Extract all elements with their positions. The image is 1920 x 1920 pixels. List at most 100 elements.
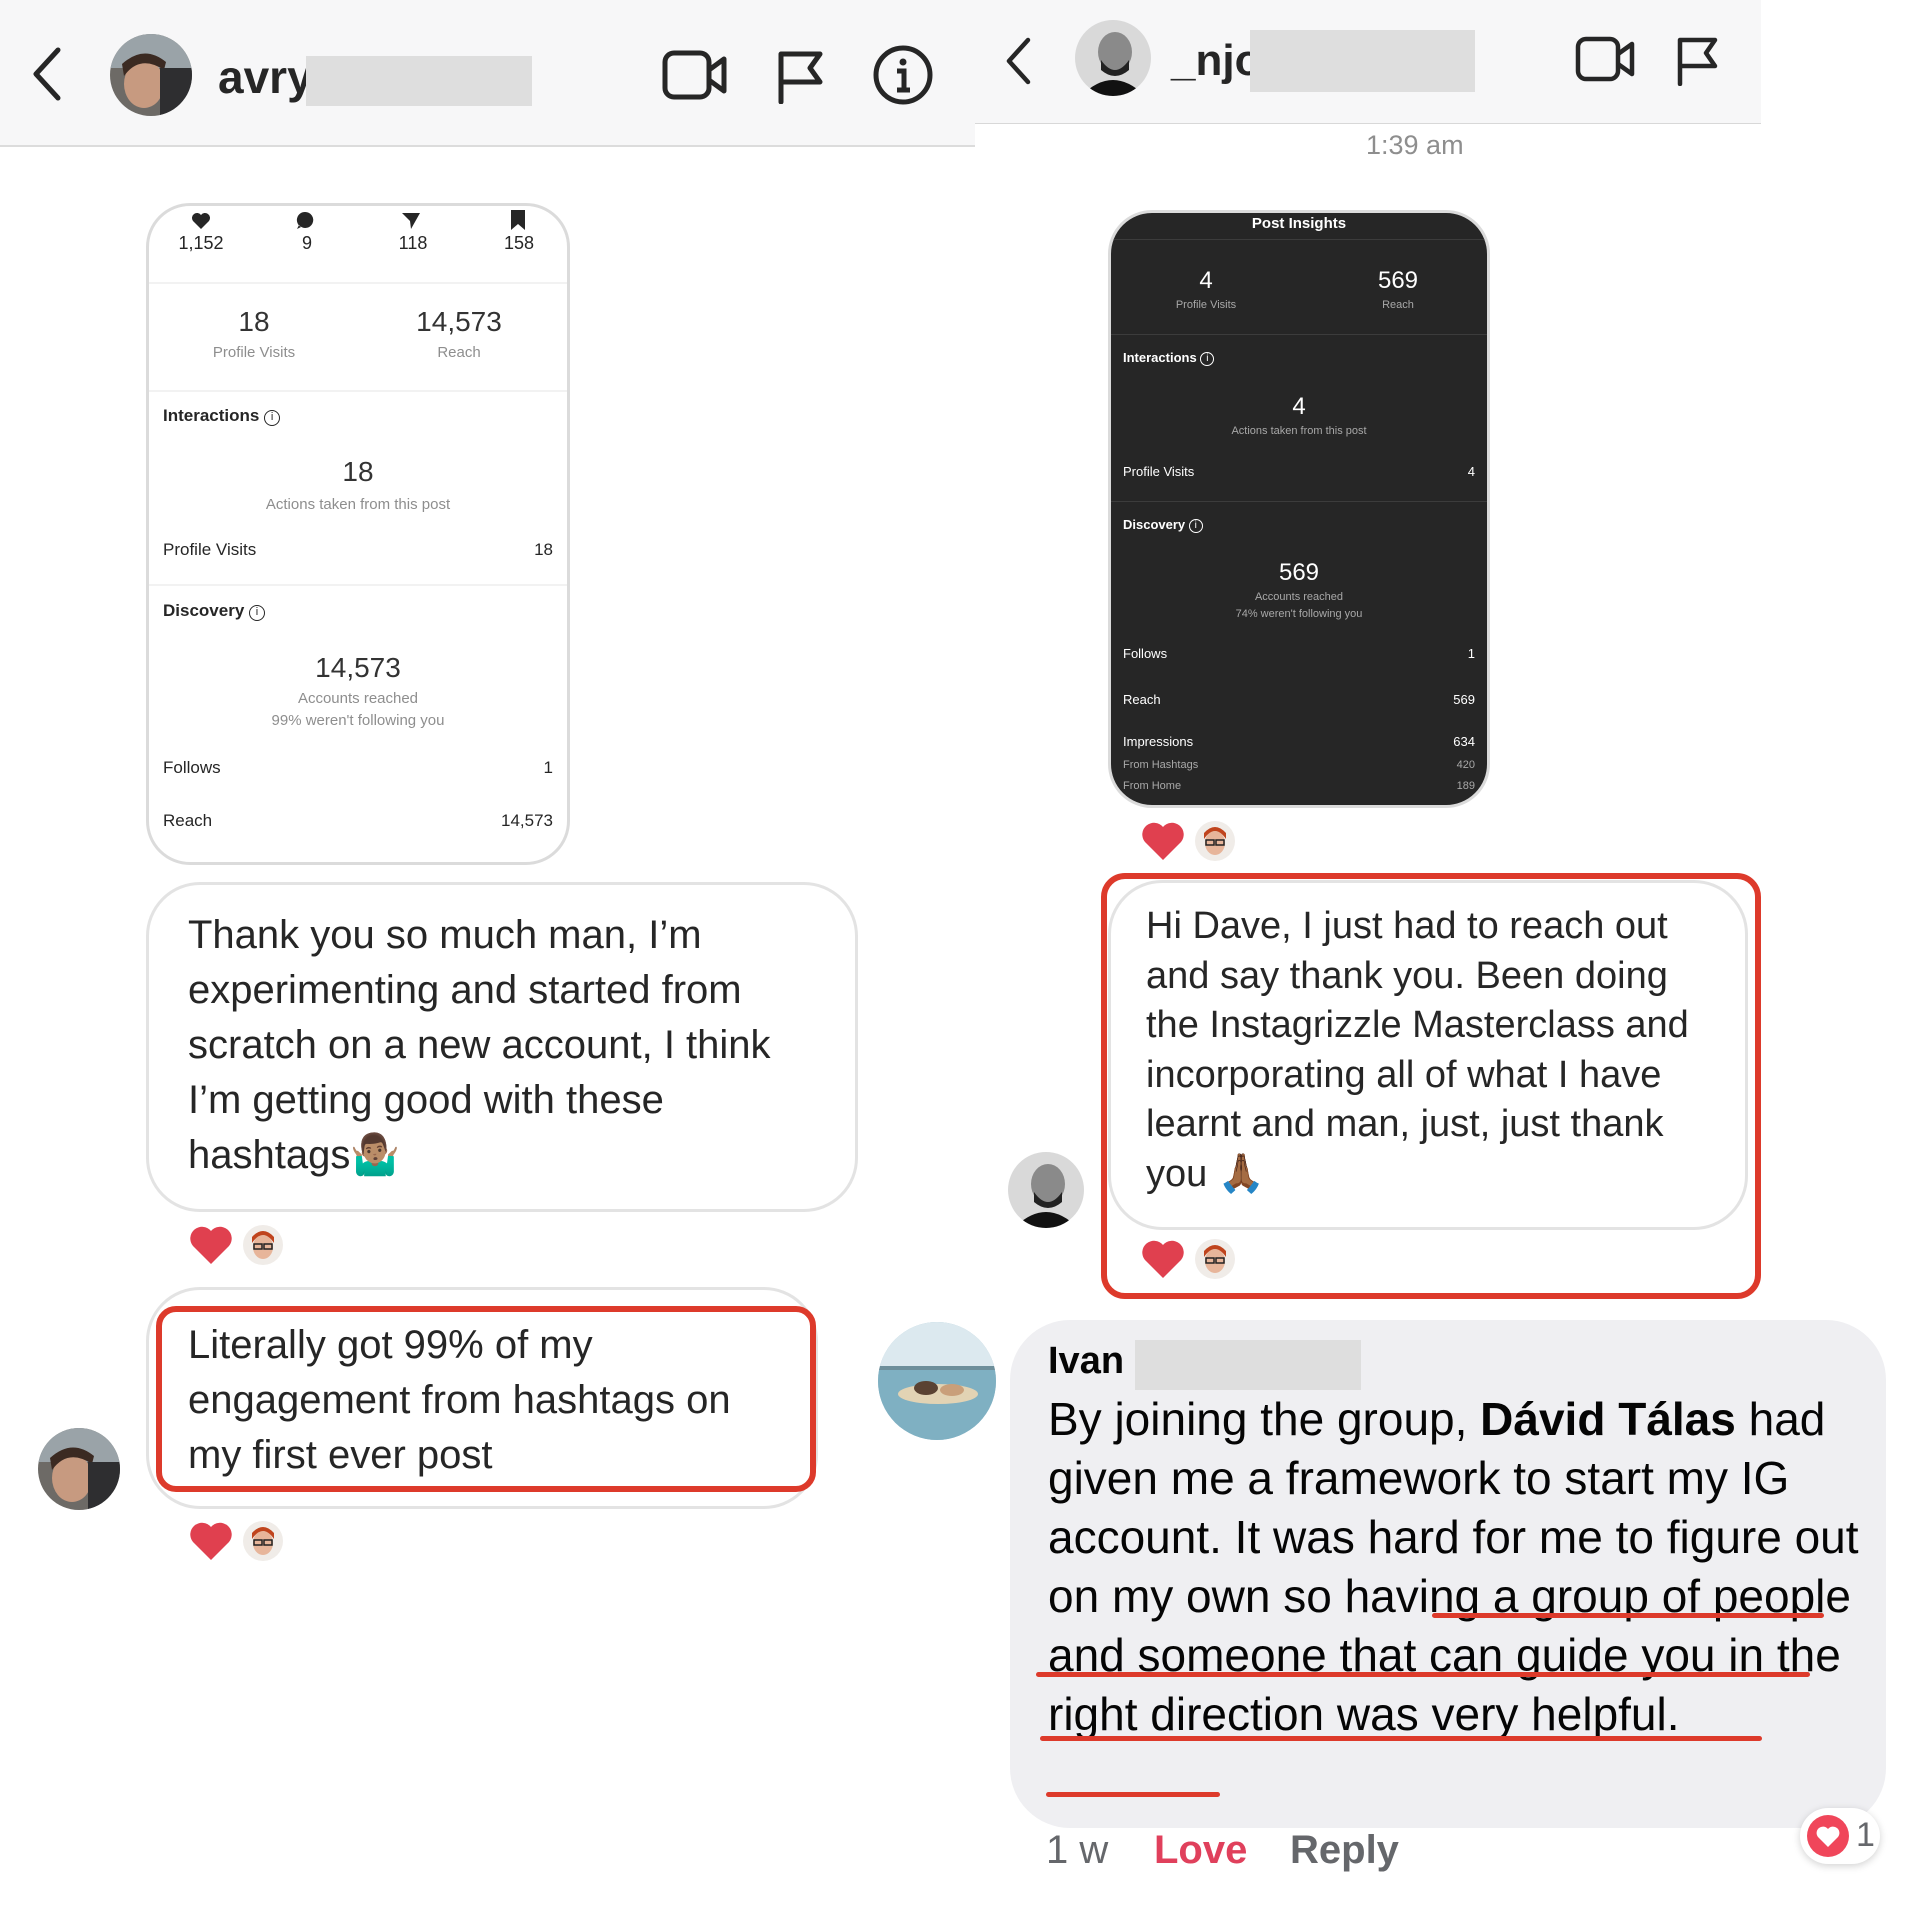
discovery-title: Discovery i <box>163 601 266 621</box>
message-reactions[interactable] <box>1140 818 1250 868</box>
chevron-left-icon[interactable] <box>30 46 64 102</box>
discovery-sub: Accounts reached <box>1254 591 1344 603</box>
bookmark-icon <box>511 210 525 230</box>
info-icon: i <box>1188 519 1203 533</box>
underline <box>1432 1613 1824 1618</box>
heart-icon <box>190 1522 232 1560</box>
discovery-sub: 99% weren't following you <box>271 712 445 729</box>
comment-text: By joining the group, Dávid Tálas had gi… <box>1048 1393 1859 1740</box>
message-reactions[interactable] <box>1140 1236 1250 1286</box>
card-title: Post Insights <box>1251 215 1347 232</box>
likes-count: 1,152 <box>178 233 224 253</box>
avatar[interactable] <box>110 34 192 116</box>
heart-icon <box>192 213 210 229</box>
info-icon[interactable] <box>872 44 934 106</box>
discovery-sub: 74% weren't following you <box>1235 608 1363 620</box>
reach-value: 14,573 <box>416 306 502 337</box>
row-value: 14,573 <box>501 811 553 830</box>
avatar[interactable] <box>1075 20 1151 96</box>
row-label: From Home <box>1123 780 1182 792</box>
message-reactions[interactable] <box>188 1222 298 1272</box>
info-icon: i <box>1200 352 1215 366</box>
comments-count: 9 <box>301 233 312 253</box>
reply-button[interactable]: Reply <box>1290 1828 1399 1873</box>
interactions-sub: Actions taken from this post <box>1231 425 1367 437</box>
reaction-summary[interactable]: 1 <box>1800 1808 1880 1864</box>
row-label: From Hashtags <box>1123 759 1199 771</box>
profile-visits-label: Profile Visits <box>1175 299 1237 311</box>
love-reaction-icon <box>1807 1815 1849 1857</box>
saves-count: 158 <box>503 233 535 253</box>
username: avry <box>218 51 313 103</box>
comment-time: 1 w <box>1046 1828 1109 1872</box>
reach-value: 569 <box>1377 267 1419 294</box>
avatar <box>1192 818 1238 864</box>
avatar[interactable] <box>1008 1152 1084 1228</box>
message-text: Thank you so much man, I’m experimenting… <box>188 913 771 1177</box>
chevron-left-icon[interactable] <box>1003 36 1033 86</box>
avatar <box>1192 1236 1238 1282</box>
row-label: Profile Visits <box>163 540 257 559</box>
redaction <box>1250 30 1475 92</box>
profile-visits-value: 18 <box>238 306 270 337</box>
avatar[interactable] <box>38 1428 120 1510</box>
video-camera-icon[interactable] <box>662 48 728 102</box>
love-button[interactable]: Love <box>1154 1828 1247 1873</box>
redaction <box>1135 1340 1361 1390</box>
row-label: Follows <box>1123 646 1168 661</box>
flag-icon[interactable] <box>776 48 826 104</box>
insights-screenshot-light[interactable]: 1,152 9 118 158 18 Profile Visits 14,573… <box>146 203 570 865</box>
left-thread-header: avry <box>0 0 975 147</box>
mention[interactable]: Dávid Tálas <box>1480 1393 1736 1445</box>
heart-icon <box>1142 822 1184 860</box>
message-text: Literally got 99% of my engagement from … <box>188 1323 731 1477</box>
info-icon: i <box>249 605 266 621</box>
row-label: Follows <box>163 758 221 777</box>
profile-visits-label: Profile Visits <box>212 344 296 361</box>
discovery-sub: Accounts reached <box>297 690 419 707</box>
row-label: Reach <box>1123 692 1161 707</box>
row-value: 18 <box>534 540 553 559</box>
message-reactions[interactable] <box>188 1518 298 1568</box>
reach-label: Reach <box>1382 299 1414 311</box>
row-label: Reach <box>163 811 213 830</box>
underline <box>1036 1672 1810 1677</box>
reach-label: Reach <box>437 344 481 361</box>
row-label: Profile Visits <box>1123 464 1195 479</box>
underline <box>1040 1736 1762 1741</box>
message-text: Hi Dave, I just had to reach out and say… <box>1146 905 1689 1195</box>
row-value: 569 <box>1453 692 1475 707</box>
redaction <box>306 56 532 106</box>
profile-visits-value: 4 <box>1199 267 1213 294</box>
discovery-value: 14,573 <box>315 652 401 683</box>
reaction-count: 1 <box>1856 1816 1875 1854</box>
interactions-sub: Actions taken from this post <box>265 496 451 513</box>
row-value: 420 <box>1456 759 1475 771</box>
interactions-title: Interactions i <box>163 406 281 426</box>
heart-icon <box>1142 1240 1184 1278</box>
row-value: 634 <box>1453 734 1475 749</box>
message-timestamp: 1:39 am <box>1366 130 1464 160</box>
insights-screenshot-dark[interactable]: Post Insights 4 Profile Visits 569 Reach… <box>1108 210 1490 808</box>
discovery-value: 569 <box>1278 559 1320 586</box>
comment-author[interactable]: Ivan <box>1048 1340 1124 1383</box>
avatar[interactable] <box>878 1322 996 1440</box>
avatar <box>240 1222 286 1268</box>
interactions-value: 18 <box>342 456 374 487</box>
video-camera-icon[interactable] <box>1575 34 1635 84</box>
interactions-title: Interactions i <box>1123 350 1215 366</box>
row-label: Impressions <box>1123 734 1194 749</box>
row-value: 189 <box>1456 780 1475 792</box>
row-value: 1 <box>543 758 553 777</box>
interactions-value: 4 <box>1292 393 1306 420</box>
flag-icon[interactable] <box>1675 34 1721 86</box>
shares-count: 118 <box>398 233 428 253</box>
row-value: 4 <box>1467 464 1475 479</box>
screenshot-collage: avry _njo 1:39 am 1,152 9 118 158 18 Pro… <box>0 0 1920 1920</box>
username: _njo <box>1171 36 1262 85</box>
share-icon <box>402 213 420 229</box>
underline <box>1046 1792 1220 1797</box>
row-value: 1 <box>1467 646 1475 661</box>
discovery-title: Discovery i <box>1123 517 1203 533</box>
info-icon: i <box>264 410 281 426</box>
